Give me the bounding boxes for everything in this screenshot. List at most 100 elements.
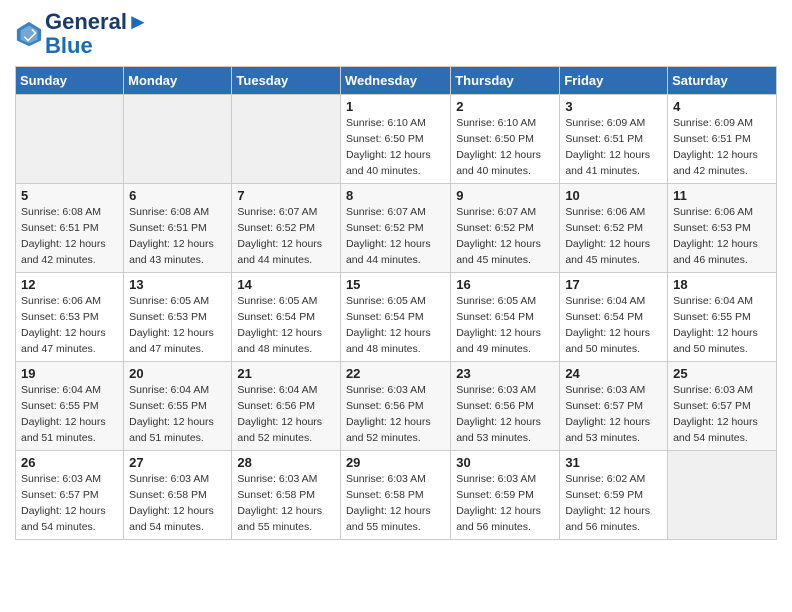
day-info: Sunrise: 6:03 AM Sunset: 6:56 PM Dayligh… <box>346 383 445 446</box>
calendar-cell: 8Sunrise: 6:07 AM Sunset: 6:52 PM Daylig… <box>340 184 450 273</box>
day-info: Sunrise: 6:03 AM Sunset: 6:59 PM Dayligh… <box>456 472 554 535</box>
day-info: Sunrise: 6:06 AM Sunset: 6:53 PM Dayligh… <box>21 294 118 357</box>
calendar-cell <box>668 451 777 540</box>
calendar-cell: 4Sunrise: 6:09 AM Sunset: 6:51 PM Daylig… <box>668 95 777 184</box>
day-number: 20 <box>129 366 226 381</box>
day-number: 28 <box>237 455 335 470</box>
day-number: 6 <box>129 188 226 203</box>
calendar-cell: 20 Sunrise: 6:04 AM Sunset: 6:55 PM Dayli… <box>124 362 232 451</box>
day-number: 2 <box>456 99 554 114</box>
calendar-cell: 3 Sunrise: 6:09 AM Sunset: 6:51 PM Daylig… <box>560 95 668 184</box>
day-info: Sunrise: 6:05 AM Sunset: 6:54 PM Dayligh… <box>346 294 445 357</box>
weekday-header-saturday: Saturday <box>668 67 777 95</box>
day-info: Sunrise: 6:03 AM Sunset: 6:58 PM Dayligh… <box>129 472 226 535</box>
calendar-cell: 23 Sunrise: 6:03 AM Sunset: 6:56 PM Dayli… <box>451 362 560 451</box>
day-info: Sunrise: 6:02 AM Sunset: 6:59 PM Dayligh… <box>565 472 662 535</box>
calendar-cell: 7 Sunrise: 6:07 AM Sunset: 6:52 PM Daylig… <box>232 184 341 273</box>
calendar-cell: 25 Sunrise: 6:03 AM Sunset: 6:57 PM Dayli… <box>668 362 777 451</box>
weekday-header-row: SundayMondayTuesdayWednesdayThursdayFrid… <box>16 67 777 95</box>
weekday-header-friday: Friday <box>560 67 668 95</box>
day-number: 22 <box>346 366 445 381</box>
calendar-cell: 29 Sunrise: 6:03 AM Sunset: 6:58 PM Dayli… <box>340 451 450 540</box>
day-info: Sunrise: 6:04 AM Sunset: 6:56 PM Dayligh… <box>237 383 335 446</box>
calendar-week-4: 19 Sunrise: 6:04 AM Sunset: 6:55 PM Dayli… <box>16 362 777 451</box>
calendar-cell: 9 Sunrise: 6:07 AM Sunset: 6:52 PM Daylig… <box>451 184 560 273</box>
calendar-cell: 16Sunrise: 6:05 AM Sunset: 6:54 PM Dayli… <box>451 273 560 362</box>
day-number: 17 <box>565 277 662 292</box>
calendar-cell: 26Sunrise: 6:03 AM Sunset: 6:57 PM Dayli… <box>16 451 124 540</box>
day-info: Sunrise: 6:05 AM Sunset: 6:54 PM Dayligh… <box>456 294 554 357</box>
day-info: Sunrise: 6:05 AM Sunset: 6:53 PM Dayligh… <box>129 294 226 357</box>
day-info: Sunrise: 6:08 AM Sunset: 6:51 PM Dayligh… <box>21 205 118 268</box>
header: General► Blue <box>15 10 777 58</box>
day-number: 12 <box>21 277 118 292</box>
calendar-body: 1Sunrise: 6:10 AM Sunset: 6:50 PM Daylig… <box>16 95 777 540</box>
calendar-cell: 22 Sunrise: 6:03 AM Sunset: 6:56 PM Dayli… <box>340 362 450 451</box>
day-number: 15 <box>346 277 445 292</box>
logo-text: General► Blue <box>45 10 149 58</box>
day-info: Sunrise: 6:03 AM Sunset: 6:58 PM Dayligh… <box>346 472 445 535</box>
calendar-cell: 12 Sunrise: 6:06 AM Sunset: 6:53 PM Dayli… <box>16 273 124 362</box>
calendar-cell: 17 Sunrise: 6:04 AM Sunset: 6:54 PM Dayli… <box>560 273 668 362</box>
day-number: 19 <box>21 366 118 381</box>
day-number: 30 <box>456 455 554 470</box>
day-info: Sunrise: 6:03 AM Sunset: 6:58 PM Dayligh… <box>237 472 335 535</box>
weekday-header-tuesday: Tuesday <box>232 67 341 95</box>
weekday-header-sunday: Sunday <box>16 67 124 95</box>
calendar-cell: 30 Sunrise: 6:03 AM Sunset: 6:59 PM Dayli… <box>451 451 560 540</box>
day-number: 1 <box>346 99 445 114</box>
day-number: 21 <box>237 366 335 381</box>
day-info: Sunrise: 6:05 AM Sunset: 6:54 PM Dayligh… <box>237 294 335 357</box>
calendar-cell: 28 Sunrise: 6:03 AM Sunset: 6:58 PM Dayli… <box>232 451 341 540</box>
day-info: Sunrise: 6:08 AM Sunset: 6:51 PM Dayligh… <box>129 205 226 268</box>
day-info: Sunrise: 6:06 AM Sunset: 6:53 PM Dayligh… <box>673 205 771 268</box>
day-number: 9 <box>456 188 554 203</box>
day-info: Sunrise: 6:07 AM Sunset: 6:52 PM Dayligh… <box>456 205 554 268</box>
calendar-cell <box>232 95 341 184</box>
day-number: 11 <box>673 188 771 203</box>
day-info: Sunrise: 6:04 AM Sunset: 6:54 PM Dayligh… <box>565 294 662 357</box>
day-number: 18 <box>673 277 771 292</box>
calendar-cell: 6 Sunrise: 6:08 AM Sunset: 6:51 PM Daylig… <box>124 184 232 273</box>
calendar-cell: 5 Sunrise: 6:08 AM Sunset: 6:51 PM Daylig… <box>16 184 124 273</box>
day-info: Sunrise: 6:03 AM Sunset: 6:57 PM Dayligh… <box>673 383 771 446</box>
day-info: Sunrise: 6:04 AM Sunset: 6:55 PM Dayligh… <box>129 383 226 446</box>
day-info: Sunrise: 6:09 AM Sunset: 6:51 PM Dayligh… <box>565 116 662 179</box>
calendar-week-3: 12 Sunrise: 6:06 AM Sunset: 6:53 PM Dayli… <box>16 273 777 362</box>
calendar-week-5: 26Sunrise: 6:03 AM Sunset: 6:57 PM Dayli… <box>16 451 777 540</box>
day-number: 10 <box>565 188 662 203</box>
day-number: 8 <box>346 188 445 203</box>
day-info: Sunrise: 6:07 AM Sunset: 6:52 PM Dayligh… <box>237 205 335 268</box>
day-number: 23 <box>456 366 554 381</box>
calendar-cell: 21 Sunrise: 6:04 AM Sunset: 6:56 PM Dayli… <box>232 362 341 451</box>
day-number: 31 <box>565 455 662 470</box>
calendar-cell <box>16 95 124 184</box>
day-info: Sunrise: 6:04 AM Sunset: 6:55 PM Dayligh… <box>21 383 118 446</box>
day-number: 13 <box>129 277 226 292</box>
day-info: Sunrise: 6:03 AM Sunset: 6:56 PM Dayligh… <box>456 383 554 446</box>
day-info: Sunrise: 6:04 AM Sunset: 6:55 PM Dayligh… <box>673 294 771 357</box>
calendar-cell: 27Sunrise: 6:03 AM Sunset: 6:58 PM Dayli… <box>124 451 232 540</box>
day-number: 25 <box>673 366 771 381</box>
day-info: Sunrise: 6:03 AM Sunset: 6:57 PM Dayligh… <box>565 383 662 446</box>
calendar-cell: 31 Sunrise: 6:02 AM Sunset: 6:59 PM Dayli… <box>560 451 668 540</box>
calendar-cell: 18 Sunrise: 6:04 AM Sunset: 6:55 PM Dayli… <box>668 273 777 362</box>
calendar-header: SundayMondayTuesdayWednesdayThursdayFrid… <box>16 67 777 95</box>
logo-icon <box>15 20 43 48</box>
day-number: 29 <box>346 455 445 470</box>
day-number: 5 <box>21 188 118 203</box>
calendar-cell: 13 Sunrise: 6:05 AM Sunset: 6:53 PM Dayli… <box>124 273 232 362</box>
calendar-cell: 19 Sunrise: 6:04 AM Sunset: 6:55 PM Dayli… <box>16 362 124 451</box>
calendar-cell: 2Sunrise: 6:10 AM Sunset: 6:50 PM Daylig… <box>451 95 560 184</box>
calendar-cell: 14Sunrise: 6:05 AM Sunset: 6:54 PM Dayli… <box>232 273 341 362</box>
day-number: 4 <box>673 99 771 114</box>
weekday-header-thursday: Thursday <box>451 67 560 95</box>
logo: General► Blue <box>15 10 149 58</box>
calendar-cell: 1Sunrise: 6:10 AM Sunset: 6:50 PM Daylig… <box>340 95 450 184</box>
day-number: 3 <box>565 99 662 114</box>
calendar-table: SundayMondayTuesdayWednesdayThursdayFrid… <box>15 66 777 540</box>
page-container: General► Blue SundayMondayTuesdayWednesd… <box>0 0 792 550</box>
calendar-week-1: 1Sunrise: 6:10 AM Sunset: 6:50 PM Daylig… <box>16 95 777 184</box>
calendar-week-2: 5 Sunrise: 6:08 AM Sunset: 6:51 PM Daylig… <box>16 184 777 273</box>
day-number: 7 <box>237 188 335 203</box>
